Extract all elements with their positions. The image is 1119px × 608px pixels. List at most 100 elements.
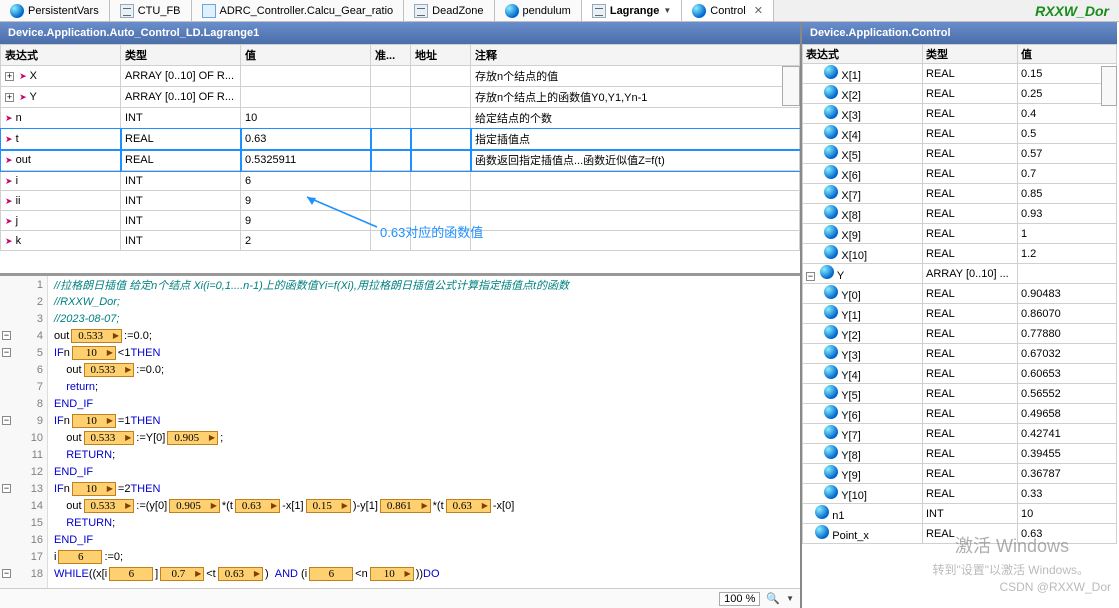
table-row[interactable]: ➤ outREAL0.5325911函数返回指定插值点...函数近似值Z=f(t…: [1, 150, 800, 171]
code-line[interactable]: //2023-08-07;: [54, 310, 800, 327]
var-name: X[6]: [841, 170, 861, 182]
table-row[interactable]: Y[4]REAL0.60653: [803, 364, 1117, 384]
table-row[interactable]: ➤ nINT10给定结点的个数: [1, 108, 800, 129]
code-line[interactable]: IF n10<1 THEN: [54, 344, 800, 361]
code-line[interactable]: RETURN;: [54, 514, 800, 531]
var-name: i: [16, 175, 18, 187]
fold-icon[interactable]: −: [2, 348, 11, 357]
table-row[interactable]: X[4]REAL0.5: [803, 124, 1117, 144]
tab-ctu-fb[interactable]: CTU_FB: [110, 0, 192, 21]
code-line[interactable]: RETURN;: [54, 446, 800, 463]
variables-table[interactable]: 表达式类型值准...地址注释 + ➤ XARRAY [0..10] OF R..…: [0, 44, 800, 251]
table-row[interactable]: Y[5]REAL0.56552: [803, 384, 1117, 404]
table-row[interactable]: Y[0]REAL0.90483: [803, 284, 1117, 304]
code-line[interactable]: out0.533:=0.0;: [54, 361, 800, 378]
table-row[interactable]: X[5]REAL0.57: [803, 144, 1117, 164]
fold-icon[interactable]: −: [2, 331, 11, 340]
table-row[interactable]: X[8]REAL0.93: [803, 204, 1117, 224]
code-line[interactable]: IF n10=2 THEN: [54, 480, 800, 497]
fold-icon[interactable]: −: [2, 484, 11, 493]
column-header[interactable]: 类型: [121, 45, 241, 66]
table-row[interactable]: − YARRAY [0..10] ...: [803, 264, 1117, 284]
table-row[interactable]: ➤ tREAL0.63指定插值点: [1, 129, 800, 150]
code-line[interactable]: END_IF: [54, 531, 800, 548]
code-line[interactable]: i6:=0;: [54, 548, 800, 565]
column-header[interactable]: 准...: [371, 45, 411, 66]
close-icon[interactable]: ✕: [754, 4, 763, 17]
tab-label: PersistentVars: [28, 5, 99, 17]
st-icon: [414, 4, 428, 18]
code-lines[interactable]: //拉格朗日插值 给定n个结点 Xi(i=0,1....n-1)上的函数值Yi=…: [48, 276, 800, 588]
code-line[interactable]: out0.533:=(y[0]0.905*(t0.63-x[1]0.15)-y[…: [54, 497, 800, 514]
table-row[interactable]: Y[8]REAL0.39455: [803, 444, 1117, 464]
zoom-icon[interactable]: 🔍: [766, 592, 780, 605]
column-header[interactable]: 值: [241, 45, 371, 66]
zoom-dropdown-icon[interactable]: ▼: [786, 594, 794, 603]
code-editor[interactable]: 1234−5−6789−10111213−1415161718− //拉格朗日插…: [0, 276, 800, 588]
table-row[interactable]: X[9]REAL1: [803, 224, 1117, 244]
table-row[interactable]: Y[7]REAL0.42741: [803, 424, 1117, 444]
tab-adrc-controller-calcu-gear-ratio[interactable]: ADRC_Controller.Calcu_Gear_ratio: [192, 0, 405, 21]
code-line[interactable]: END_IF: [54, 395, 800, 412]
globe-icon: [824, 345, 838, 359]
table-row[interactable]: X[2]REAL0.25: [803, 84, 1117, 104]
column-header[interactable]: 表达式: [803, 45, 923, 64]
code-line[interactable]: out0.533:=Y[0]0.905;: [54, 429, 800, 446]
code-line[interactable]: out0.533:=0.0;: [54, 327, 800, 344]
minimap-icon[interactable]: [782, 66, 800, 106]
globe-icon: [815, 505, 829, 519]
tab-deadzone[interactable]: DeadZone: [404, 0, 494, 21]
table-row[interactable]: X[1]REAL0.15: [803, 64, 1117, 84]
column-header[interactable]: 值: [1018, 45, 1117, 64]
table-row[interactable]: Y[1]REAL0.86070: [803, 304, 1117, 324]
table-row[interactable]: X[7]REAL0.85: [803, 184, 1117, 204]
table-row[interactable]: Y[10]REAL0.33: [803, 484, 1117, 504]
code-line[interactable]: END_IF: [54, 463, 800, 480]
tab-pendulum[interactable]: pendulum: [495, 0, 582, 21]
fold-icon[interactable]: −: [2, 569, 11, 578]
zoom-level[interactable]: 100 %: [719, 592, 760, 606]
table-row[interactable]: X[10]REAL1.2: [803, 244, 1117, 264]
table-row[interactable]: + ➤ XARRAY [0..10] OF R...存放n个结点的值: [1, 66, 800, 87]
fold-icon[interactable]: −: [2, 416, 11, 425]
code-line[interactable]: return;: [54, 378, 800, 395]
tab-persistentvars[interactable]: PersistentVars: [0, 0, 110, 21]
var-name: X[7]: [841, 190, 861, 202]
column-header[interactable]: 类型: [923, 45, 1018, 64]
tab-control[interactable]: Control✕: [682, 0, 774, 21]
table-row[interactable]: Y[2]REAL0.77880: [803, 324, 1117, 344]
table-row[interactable]: X[3]REAL0.4: [803, 104, 1117, 124]
column-header[interactable]: 地址: [411, 45, 471, 66]
var-name: Y[10]: [841, 490, 867, 502]
globe-icon: [824, 205, 838, 219]
var-name: t: [16, 133, 19, 145]
table-row[interactable]: n1INT10: [803, 504, 1117, 524]
right-variables-table[interactable]: 表达式类型值 X[1]REAL0.15 X[2]REAL0.25 X[3]REA…: [802, 44, 1117, 544]
collapse-icon[interactable]: −: [806, 272, 815, 281]
line-gutter: 1234−5−6789−10111213−1415161718−: [0, 276, 48, 588]
code-line[interactable]: //拉格朗日插值 给定n个结点 Xi(i=0,1....n-1)上的函数值Yi=…: [54, 276, 800, 293]
chevron-down-icon[interactable]: ▼: [663, 6, 671, 15]
table-row[interactable]: Y[9]REAL0.36787: [803, 464, 1117, 484]
pin-icon: ➤: [5, 176, 13, 186]
code-line[interactable]: //RXXW_Dor;: [54, 293, 800, 310]
annotation-text: 0.63对应的函数值: [380, 222, 483, 241]
line-number: 4−: [0, 327, 47, 344]
line-number: 7: [0, 378, 47, 395]
var-name: Y[9]: [841, 470, 861, 482]
minimap-icon[interactable]: [1101, 66, 1117, 106]
column-header[interactable]: 注释: [471, 45, 800, 66]
table-row[interactable]: + ➤ YARRAY [0..10] OF R...存放n个结点上的函数值Y0,…: [1, 87, 800, 108]
expand-icon[interactable]: +: [5, 72, 14, 81]
column-header[interactable]: 表达式: [1, 45, 121, 66]
var-name: X[2]: [841, 90, 861, 102]
expand-icon[interactable]: +: [5, 93, 14, 102]
table-row[interactable]: ➤ iiINT9: [1, 191, 800, 211]
table-row[interactable]: Y[3]REAL0.67032: [803, 344, 1117, 364]
code-line[interactable]: WHILE((x[i6]0.7<t0.63) AND (i6<n10)) DO: [54, 565, 800, 582]
code-line[interactable]: IF n10=1 THEN: [54, 412, 800, 429]
tab-lagrange[interactable]: Lagrange▼: [582, 0, 682, 21]
table-row[interactable]: Y[6]REAL0.49658: [803, 404, 1117, 424]
table-row[interactable]: X[6]REAL0.7: [803, 164, 1117, 184]
table-row[interactable]: ➤ iINT6: [1, 171, 800, 191]
